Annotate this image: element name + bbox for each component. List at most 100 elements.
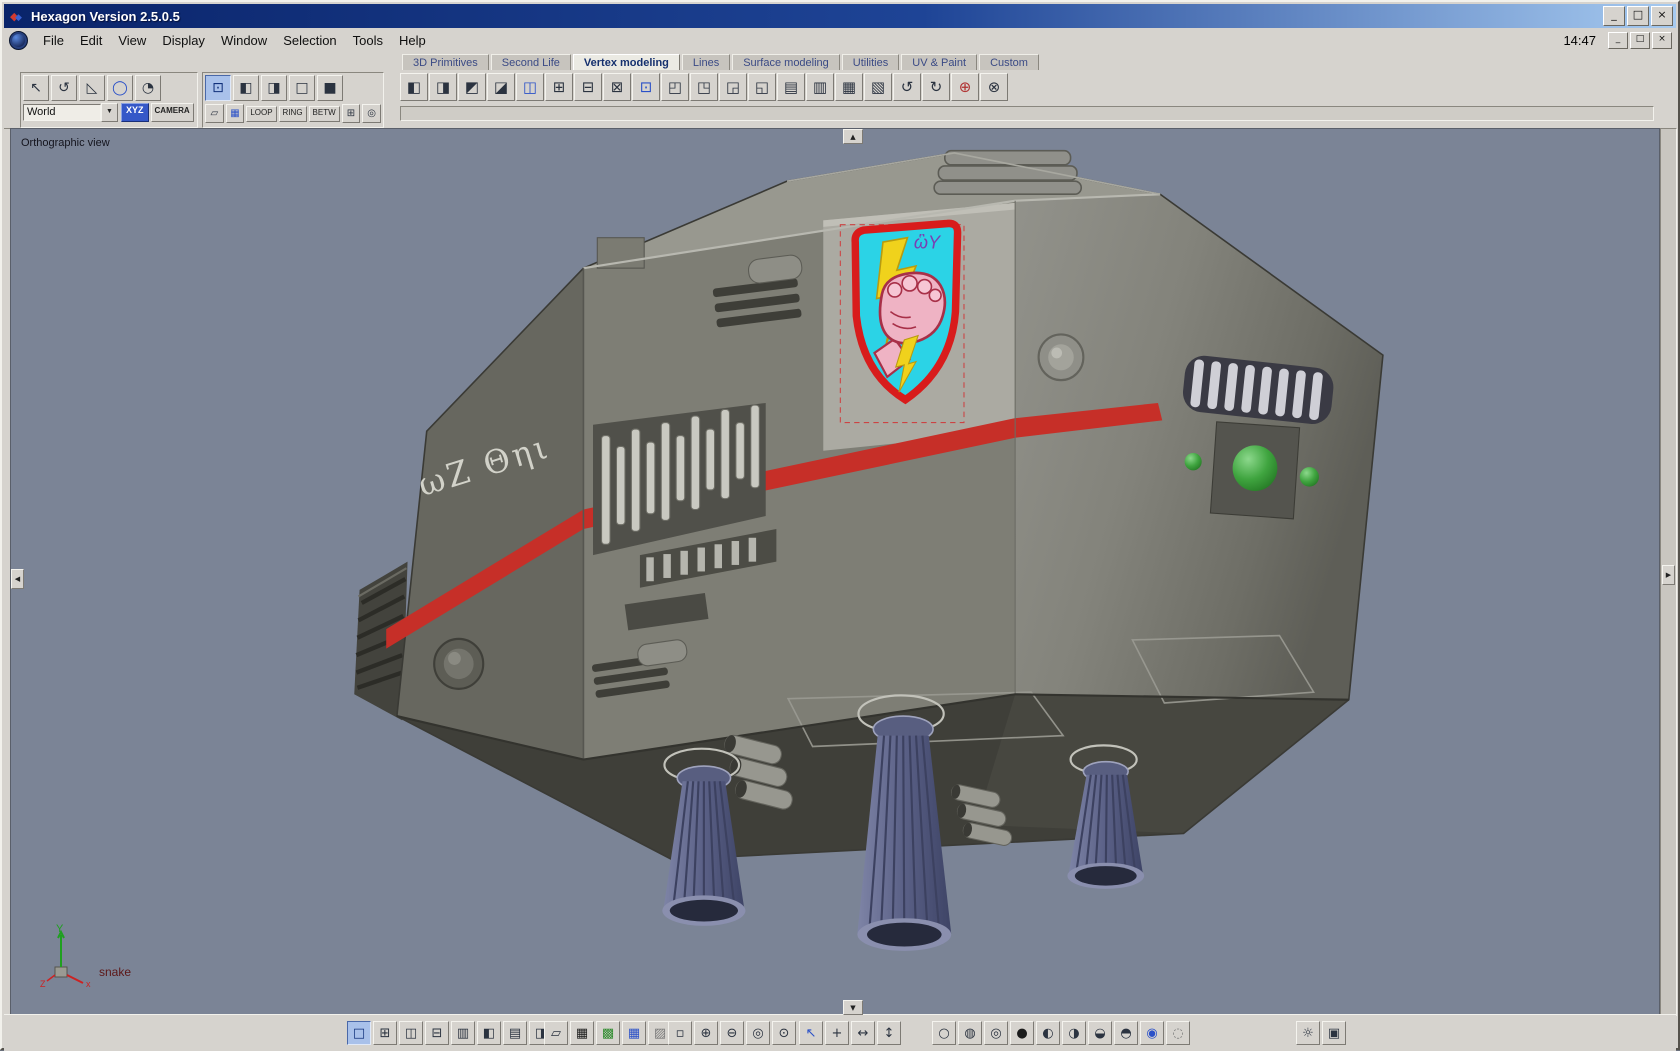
rotate-tool-icon[interactable]: ↺ [51, 75, 77, 101]
view-three-icon[interactable]: ▥ [451, 1021, 475, 1045]
snapshot-icon[interactable]: ▣ [1322, 1021, 1346, 1045]
scroll-right-button[interactable]: ▶ [1662, 565, 1675, 585]
add-points-icon[interactable]: ⊕ [951, 73, 979, 101]
target-selection-icon[interactable]: ◎ [362, 104, 381, 123]
stretch-tool-icon[interactable]: ◧ [400, 73, 428, 101]
view-left-icon[interactable]: ◧ [477, 1021, 501, 1045]
tab-lines[interactable]: Lines [681, 54, 731, 71]
decimate-tool-icon[interactable]: ▦ [835, 73, 863, 101]
close-button[interactable]: × [1651, 6, 1673, 26]
flat-sphere-icon[interactable]: ● [1010, 1021, 1034, 1045]
ellipse-tool-icon[interactable]: ◯ [107, 75, 133, 101]
ring-sphere-icon[interactable]: ◎ [984, 1021, 1008, 1045]
pan-horizontal-icon[interactable]: ↔ [851, 1021, 875, 1045]
grow-selection-icon[interactable]: ⊞ [341, 104, 361, 123]
segmented-sphere-icon[interactable]: ◍ [958, 1021, 982, 1045]
view-split-h-icon[interactable]: ⊟ [425, 1021, 449, 1045]
grid-green-icon[interactable]: ▩ [596, 1021, 620, 1045]
extrude-face-icon[interactable]: ◩ [458, 73, 486, 101]
mdi-close-button[interactable]: × [1652, 31, 1672, 49]
lamp-tool-icon[interactable]: ◔ [135, 75, 161, 101]
loop-button[interactable]: LOOP [246, 105, 277, 122]
mirror-tool-icon[interactable]: ◱ [748, 73, 776, 101]
half-right-sphere-icon[interactable]: ◑ [1062, 1021, 1086, 1045]
thickness-tool-icon[interactable]: ▤ [777, 73, 805, 101]
scroll-down-button[interactable]: ▼ [843, 1000, 863, 1015]
close-hole-icon[interactable]: ◲ [719, 73, 747, 101]
tessellate-tool-icon[interactable]: ⊞ [545, 73, 573, 101]
view-rows-icon[interactable]: ▤ [503, 1021, 527, 1045]
vertical-scrollbar[interactable]: ▶ [1660, 128, 1677, 1016]
dissolve-tool-icon[interactable]: ⊟ [574, 73, 602, 101]
tab-utilities[interactable]: Utilities [841, 54, 900, 71]
smooth-tool-icon[interactable]: ▥ [806, 73, 834, 101]
ring-button[interactable]: RING [278, 105, 307, 122]
tab-second-life[interactable]: Second Life [490, 54, 571, 71]
half-bottom-sphere-icon[interactable]: ◒ [1088, 1021, 1112, 1045]
mdi-restore-button[interactable]: □ [1630, 31, 1650, 49]
mdi-minimize-button[interactable]: _ [1608, 31, 1628, 49]
undo-tool-icon[interactable]: ↺ [893, 73, 921, 101]
draw-mode-icon[interactable]: ▱ [544, 1021, 568, 1045]
cursor-select-icon[interactable]: ↖ [799, 1021, 823, 1045]
wireframe-grid-icon[interactable]: ▦ [570, 1021, 594, 1045]
measure-tool-icon[interactable]: ◺ [79, 75, 105, 101]
scale-tool-icon[interactable]: ◨ [429, 73, 457, 101]
bridge-tool-icon[interactable]: ◳ [690, 73, 718, 101]
chevron-down-icon[interactable]: ▼ [101, 103, 118, 122]
camera-toggle-button[interactable]: CAMERA [150, 103, 194, 122]
solid-sphere-icon[interactable]: ◉ [1140, 1021, 1164, 1045]
redo-tool-icon[interactable]: ↻ [922, 73, 950, 101]
xyz-toggle-button[interactable]: XYZ [121, 103, 149, 122]
select-faces-icon[interactable]: ◨ [261, 75, 287, 101]
select-edges-icon[interactable]: ◧ [233, 75, 259, 101]
paint-select-icon[interactable]: ▱ [205, 104, 224, 123]
menu-window[interactable]: Window [213, 30, 275, 51]
triangulate-tool-icon[interactable]: ▧ [864, 73, 892, 101]
ghost-sphere-icon[interactable]: ◌ [1166, 1021, 1190, 1045]
grid-blue-icon[interactable]: ▦ [622, 1021, 646, 1045]
magnifier-icon[interactable]: ◎ [746, 1021, 770, 1045]
axes-icon[interactable]: + [825, 1021, 849, 1045]
sweep-tool-icon[interactable]: ◫ [516, 73, 544, 101]
pan-vertical-icon[interactable]: ↕ [877, 1021, 901, 1045]
spaceship-model[interactable]: ωZ Θηι ὣΥ [354, 149, 1384, 951]
zoom-in-icon[interactable]: ⊕ [694, 1021, 718, 1045]
tab-vertex-modeling[interactable]: Vertex modeling [572, 54, 680, 71]
title-bar[interactable]: ◆ ◆ Hexagon Version 2.5.0.5 _ □ × [4, 4, 1676, 28]
select-tool-icon[interactable]: ↖ [23, 75, 49, 101]
half-left-sphere-icon[interactable]: ◐ [1036, 1021, 1060, 1045]
viewport-3d[interactable]: Orthographic view ωZ Θηι ὣΥ ▲ ▼ ◀ Y x Z … [10, 128, 1660, 1016]
menu-edit[interactable]: Edit [72, 30, 110, 51]
select-points-icon[interactable]: ⊡ [205, 75, 231, 101]
tab-3d-primitives[interactable]: 3D Primitives [402, 54, 489, 71]
light-icon[interactable]: ☼ [1296, 1021, 1320, 1045]
zoom-out-icon[interactable]: ⊖ [720, 1021, 744, 1045]
world-dropdown[interactable]: World [23, 104, 101, 121]
menu-file[interactable]: File [35, 30, 72, 51]
cut-tool-icon[interactable]: ⊠ [603, 73, 631, 101]
menu-tools[interactable]: Tools [345, 30, 391, 51]
weld-tool-icon[interactable]: ◰ [661, 73, 689, 101]
view-quad-icon[interactable]: ⊞ [373, 1021, 397, 1045]
grid-select-icon[interactable]: ▦ [225, 104, 245, 123]
look-around-icon[interactable]: ⊙ [772, 1021, 796, 1045]
select-objects-icon[interactable]: □ [289, 75, 315, 101]
viewport-canvas[interactable]: ωZ Θηι ὣΥ [11, 129, 1659, 1015]
menu-help[interactable]: Help [391, 30, 434, 51]
magnet-tool-icon[interactable]: ⊗ [980, 73, 1008, 101]
marquee-zoom-icon[interactable]: ▫ [668, 1021, 692, 1045]
menu-display[interactable]: Display [154, 30, 213, 51]
menu-selection[interactable]: Selection [275, 30, 344, 51]
tab-uv-paint[interactable]: UV & Paint [901, 54, 978, 71]
view-split-v-icon[interactable]: ◫ [399, 1021, 423, 1045]
scroll-left-button[interactable]: ◀ [11, 569, 24, 589]
half-top-sphere-icon[interactable]: ◓ [1114, 1021, 1138, 1045]
extrude-edge-icon[interactable]: ◪ [487, 73, 515, 101]
between-button[interactable]: BETW [308, 105, 340, 122]
menu-view[interactable]: View [110, 30, 154, 51]
connect-tool-icon[interactable]: ⊡ [632, 73, 660, 101]
tab-custom[interactable]: Custom [979, 54, 1039, 71]
wire-sphere-icon[interactable]: ○ [932, 1021, 956, 1045]
tab-surface-modeling[interactable]: Surface modeling [732, 54, 840, 71]
